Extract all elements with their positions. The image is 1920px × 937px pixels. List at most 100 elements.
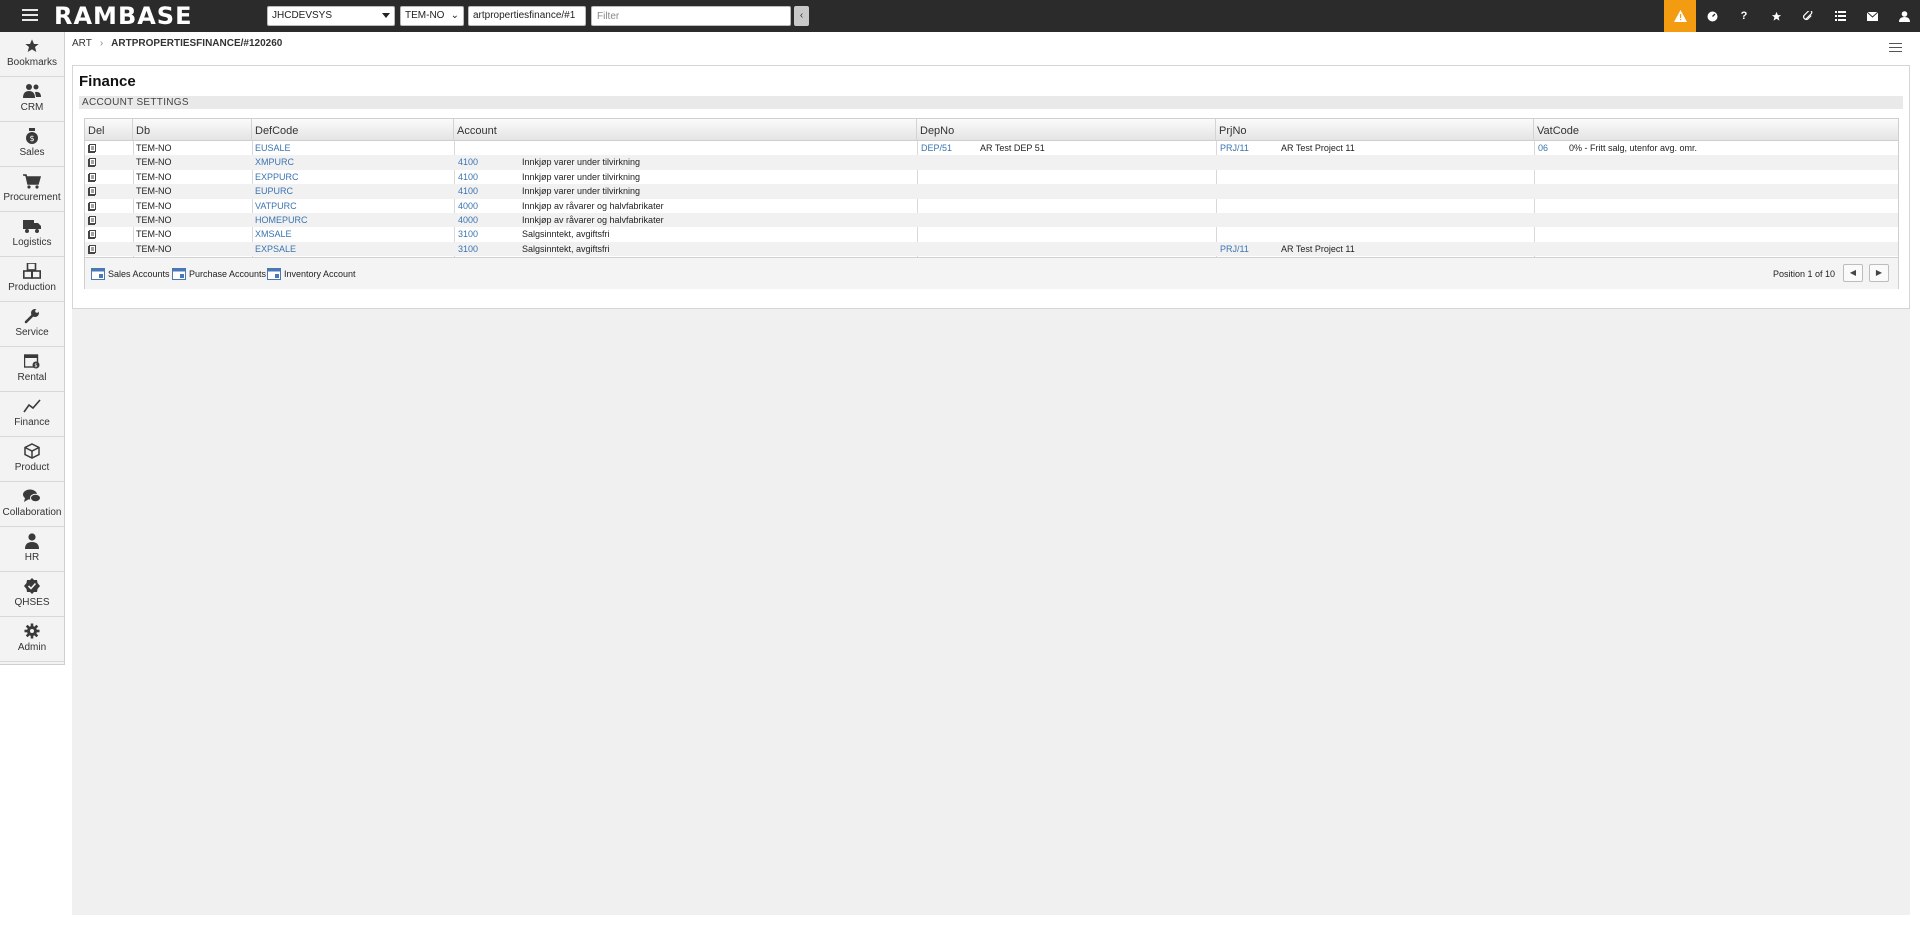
cell-defcode[interactable]: EXPSALE	[255, 242, 296, 256]
sidebar-item-crm[interactable]: CRM	[0, 77, 64, 122]
delete-icon[interactable]	[88, 144, 96, 153]
boxes-icon	[0, 262, 64, 280]
cell-defcode[interactable]: EUSALE	[255, 141, 291, 155]
table-row[interactable]: TEM-NO XMSALE 3100 Salgsinntekt, avgiftsfri	[85, 227, 1898, 241]
cell-account[interactable]: 3100	[458, 242, 478, 256]
main-menu-icon[interactable]	[22, 9, 38, 22]
page-menu-icon[interactable]	[1889, 43, 1902, 53]
cell-defcode[interactable]: VATPURC	[255, 199, 297, 213]
star-icon	[0, 37, 64, 55]
cell-account-name: Salgsinntekt, avgiftsfri	[522, 243, 610, 254]
grid-header: Del Db DefCode Account DepNo PrjNo VatCo…	[85, 119, 1898, 141]
cart-icon	[0, 172, 64, 190]
cell-depno[interactable]: DEP/51	[921, 141, 952, 155]
delete-icon[interactable]	[88, 230, 96, 240]
help-icon[interactable]: ?	[1728, 0, 1760, 32]
cell-vatcode[interactable]: 06	[1538, 141, 1548, 155]
cell-account[interactable]: 4100	[458, 155, 478, 169]
delete-icon[interactable]	[88, 201, 96, 211]
cell-account[interactable]: 4000	[458, 213, 478, 227]
breadcrumb-root[interactable]: ART	[72, 38, 92, 49]
delete-icon[interactable]	[88, 244, 96, 254]
table-row[interactable]: TEM-NO HOMEPURC 4000 Innkjøp av råvarer og …	[85, 212, 1898, 228]
cell-defcode[interactable]: EXPPURC	[255, 170, 299, 184]
previous-page-button[interactable]: ◀	[1843, 264, 1863, 282]
database-select[interactable]: TEM-NO ⌄	[400, 6, 464, 26]
sidebar-item-admin[interactable]: Admin	[0, 617, 64, 662]
cell-account-name: Innkjøp varer under tilvirkning	[522, 171, 641, 182]
column-header-prjno[interactable]: PrjNo	[1216, 119, 1534, 141]
table-row[interactable]: TEM-NO XMPURC 4100 Innkjøp varer under tilv…	[85, 155, 1898, 170]
cell-account[interactable]: 4100	[458, 170, 478, 184]
sidebar-item-procurement[interactable]: Procurement	[0, 167, 64, 212]
column-header-depno[interactable]: DepNo	[917, 119, 1216, 141]
sidebar-item-finance[interactable]: Finance	[0, 392, 64, 437]
dropdown-arrow-icon	[382, 13, 390, 18]
column-header-vatcode[interactable]: VatCode	[1534, 119, 1900, 141]
table-row[interactable]: TEM-NO EUPURC 4100 Innkjøp varer under tilv…	[85, 184, 1898, 199]
next-page-button[interactable]: ▶	[1869, 264, 1889, 282]
gauge-icon[interactable]	[1696, 0, 1728, 32]
delete-icon[interactable]	[88, 158, 96, 168]
cell-defcode[interactable]: HOMEPURC	[255, 213, 308, 227]
delete-icon[interactable]	[88, 187, 96, 197]
column-header-del[interactable]: Del	[85, 119, 133, 141]
delete-icon[interactable]	[88, 215, 96, 225]
purchase-accounts-button[interactable]: Purchase Accounts	[172, 267, 266, 281]
inventory-account-button[interactable]: Inventory Account	[267, 267, 356, 281]
delete-icon[interactable]	[88, 172, 96, 182]
sidebar-item-product[interactable]: Product	[0, 437, 64, 482]
filter-input[interactable]	[591, 6, 791, 26]
table-row[interactable]: TEM-NO EXPPURC 4100 Innkjøp varer under til…	[85, 170, 1898, 184]
sidebar-item-service[interactable]: Service	[0, 302, 64, 347]
list-icon[interactable]	[1824, 0, 1856, 32]
sales-accounts-label: Sales Accounts	[108, 269, 170, 279]
table-row[interactable]: TEM-NO EXPSALE 3100 Salgsinntekt, avgiftsfr…	[85, 241, 1898, 257]
sidebar-item-sales[interactable]: $ Sales	[0, 122, 64, 167]
cell-account[interactable]: 3100	[458, 227, 478, 241]
sidebar-item-production[interactable]: Production	[0, 257, 64, 302]
column-header-account[interactable]: Account	[454, 119, 917, 141]
star-icon[interactable]	[1760, 0, 1792, 32]
paperclip-icon[interactable]	[1792, 0, 1824, 32]
sidebar-item-logistics[interactable]: Logistics	[0, 212, 64, 257]
sidebar-item-rental[interactable]: $ Rental	[0, 347, 64, 392]
sales-accounts-button[interactable]: Sales Accounts	[91, 267, 170, 281]
sidebar-item-label: Procurement	[3, 192, 61, 203]
cell-prjno[interactable]: PRJ/11	[1220, 141, 1249, 155]
position-indicator: Position 1 of 10	[1772, 269, 1835, 279]
sidebar-item-label: Finance	[14, 417, 50, 428]
sidebar-item-bookmarks[interactable]: Bookmarks	[0, 32, 64, 77]
cell-db: TEM-NO	[136, 171, 172, 182]
url-input-value: artpropertiesfinance/#1	[473, 10, 576, 21]
cell-defcode[interactable]: XMPURC	[255, 155, 294, 169]
company-select-value: JHCDEVSYS	[272, 10, 333, 21]
rambase-logo[interactable]: RAMBASE	[54, 2, 192, 30]
table-row[interactable]: TEM-NO VATPURC 4000 Innkjøp av råvarer og h…	[85, 199, 1898, 213]
cell-defcode[interactable]: XMSALE	[255, 227, 292, 241]
sidebar-item-label: Collaboration	[2, 507, 62, 518]
cell-account-name: Innkjøp varer under tilvirkning	[522, 157, 641, 168]
cell-account[interactable]: 4000	[458, 199, 478, 213]
user-icon[interactable]	[1888, 0, 1920, 32]
warning-icon[interactable]	[1664, 0, 1696, 32]
sidebar-item-collaboration[interactable]: Collaboration	[0, 482, 64, 527]
sidebar-item-label: Product	[14, 462, 50, 473]
company-select[interactable]: JHCDEVSYS	[267, 6, 395, 26]
cell-defcode[interactable]: EUPURC	[255, 184, 293, 198]
window-icon	[91, 268, 105, 280]
table-row[interactable]: TEM-NO EUSALE DEP/51 AR Test DEP 51 PRJ/11 AR…	[85, 141, 1898, 155]
url-input[interactable]: artpropertiesfinance/#1	[468, 6, 586, 26]
top-actions: ?	[1664, 0, 1920, 32]
cell-account[interactable]: 4100	[458, 184, 478, 198]
cell-depno-name: AR Test DEP 51	[980, 143, 1045, 153]
sidebar-item-hr[interactable]: HR	[0, 527, 64, 572]
cell-prjno-name: AR Test Project 11	[1281, 143, 1355, 153]
column-header-db[interactable]: Db	[133, 119, 252, 141]
sidebar-item-qhses[interactable]: QHSES	[0, 572, 64, 617]
column-header-defcode[interactable]: DefCode	[252, 119, 454, 141]
mail-icon[interactable]	[1856, 0, 1888, 32]
cell-account-name: Innkjøp av råvarer og halvfabrikater	[522, 200, 664, 211]
collapse-button[interactable]: ‹	[794, 6, 809, 26]
cell-prjno[interactable]: PRJ/11	[1220, 242, 1249, 256]
